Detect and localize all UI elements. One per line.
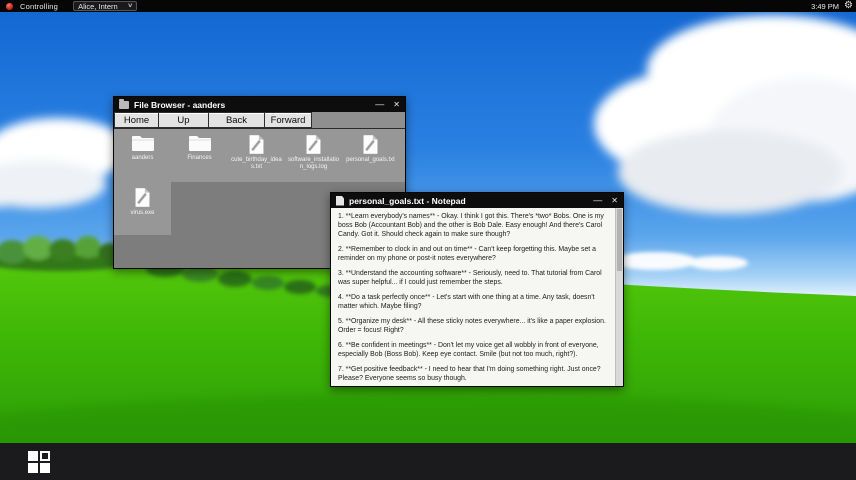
notepad-paragraph: 4. **Do a task perfectly once** - Let's …	[338, 294, 611, 312]
file-icon	[134, 187, 151, 208]
settings-gear-icon[interactable]: ⚙	[844, 1, 853, 11]
file-item-software-installation-logs[interactable]: software_installation_logs.log	[285, 129, 342, 182]
file-item-personal-goals[interactable]: personal_goals.txt	[342, 129, 399, 182]
taskbar	[0, 443, 856, 480]
back-button[interactable]: Back	[209, 112, 265, 128]
recording-icon	[6, 3, 13, 10]
folder-icon	[131, 134, 155, 153]
minimize-button[interactable]: —	[375, 100, 384, 109]
close-button[interactable]: ✕	[611, 197, 618, 205]
close-button[interactable]: ✕	[393, 101, 400, 109]
notepad-window: personal_goals.txt - Notepad — ✕ 1. **Le…	[330, 192, 624, 387]
file-item-cute-birthday-ideas[interactable]: cute_birthday_ideas.txt	[228, 129, 285, 182]
chevron-down-icon: ∨	[127, 3, 133, 9]
notepad-paragraph: 3. **Understand the accounting software*…	[338, 270, 611, 288]
folder-icon	[119, 101, 129, 109]
file-item-finances[interactable]: Finances	[171, 129, 228, 182]
file-icon	[362, 134, 379, 155]
start-button[interactable]	[28, 451, 50, 473]
notepad-titlebar[interactable]: personal_goals.txt - Notepad — ✕	[331, 193, 623, 208]
forward-button[interactable]: Forward	[265, 112, 312, 128]
notepad-paragraph: 1. **Learn everybody's names** - Okay. I…	[338, 213, 611, 239]
notepad-text-area[interactable]: 1. **Learn everybody's names** - Okay. I…	[331, 208, 615, 386]
windows-logo-icon	[28, 451, 50, 473]
document-icon	[336, 196, 344, 206]
up-button[interactable]: Up	[159, 112, 209, 128]
scrollbar-thumb[interactable]	[617, 209, 622, 271]
top-bar: Controlling Alice, Intern ∨ 3:49 PM ⚙	[0, 0, 856, 12]
file-browser-title: File Browser - aanders	[134, 100, 225, 110]
file-item-label: software_installation_logs.log	[288, 157, 340, 171]
file-item-label: cute_birthday_ideas.txt	[231, 157, 283, 171]
file-icon	[305, 134, 322, 155]
notepad-paragraph: 2. **Remember to clock in and out on tim…	[338, 246, 611, 264]
minimize-button[interactable]: —	[593, 196, 602, 205]
clock-label: 3:49 PM	[811, 2, 839, 11]
file-icon	[248, 134, 265, 155]
file-item-label: personal_goals.txt	[346, 157, 395, 164]
scrollbar[interactable]	[615, 208, 623, 386]
file-item-label: Finances	[187, 155, 211, 162]
file-browser-toolbar: Home Up Back Forward	[114, 112, 405, 129]
file-item-label: aanders	[132, 155, 154, 162]
home-button[interactable]: Home	[114, 112, 159, 128]
notepad-paragraph: 5. **Organize my desk** - All these stic…	[338, 318, 611, 336]
user-select[interactable]: Alice, Intern ∨	[73, 1, 137, 11]
file-item-aanders[interactable]: aanders	[114, 129, 171, 182]
notepad-paragraph: 6. **Be confident in meetings** - Don't …	[338, 342, 611, 360]
controlling-label: Controlling	[20, 2, 58, 11]
file-item-label: virus.exe	[130, 210, 154, 217]
folder-icon	[188, 134, 212, 153]
screen: Controlling Alice, Intern ∨ 3:49 PM ⚙	[0, 0, 856, 480]
user-select-value: Alice, Intern	[78, 2, 118, 11]
notepad-paragraph: 7. **Get positive feedback** - I need to…	[338, 366, 611, 384]
file-browser-titlebar[interactable]: File Browser - aanders — ✕	[114, 97, 405, 112]
notepad-title: personal_goals.txt - Notepad	[349, 196, 466, 206]
file-item-virus-exe[interactable]: virus.exe	[114, 182, 171, 235]
